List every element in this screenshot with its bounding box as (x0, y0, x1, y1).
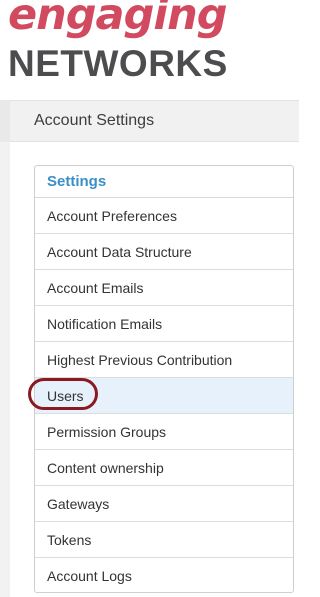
page-header: Account Settings (10, 100, 299, 142)
settings-item-notification-emails[interactable]: Notification Emails (35, 306, 293, 342)
page: engaging NETWORKS Account Settings Setti… (0, 0, 299, 597)
settings-item-tokens[interactable]: Tokens (35, 522, 293, 558)
settings-item-gateways[interactable]: Gateways (35, 486, 293, 522)
settings-item-content-ownership[interactable]: Content ownership (35, 450, 293, 486)
settings-item-highest-previous-contribution[interactable]: Highest Previous Contribution (35, 342, 293, 378)
settings-item-account-logs[interactable]: Account Logs (35, 558, 293, 592)
settings-item-account-emails[interactable]: Account Emails (35, 270, 293, 306)
settings-item-account-data-structure[interactable]: Account Data Structure (35, 234, 293, 270)
engaging-networks-logo[interactable]: engaging NETWORKS (0, 0, 299, 90)
settings-menu: Account Preferences Account Data Structu… (35, 198, 293, 592)
settings-item-users[interactable]: Users (35, 378, 293, 414)
settings-panel-heading: Settings (35, 166, 293, 198)
page-title: Account Settings (34, 112, 155, 129)
settings-item-account-preferences[interactable]: Account Preferences (35, 198, 293, 234)
logo-wordmark-top: engaging (8, 0, 227, 40)
settings-panel: Settings Account Preferences Account Dat… (34, 165, 294, 593)
settings-item-permission-groups[interactable]: Permission Groups (35, 414, 293, 450)
logo-wordmark-bottom: NETWORKS (8, 43, 228, 84)
left-sidebar-strip (0, 100, 10, 597)
